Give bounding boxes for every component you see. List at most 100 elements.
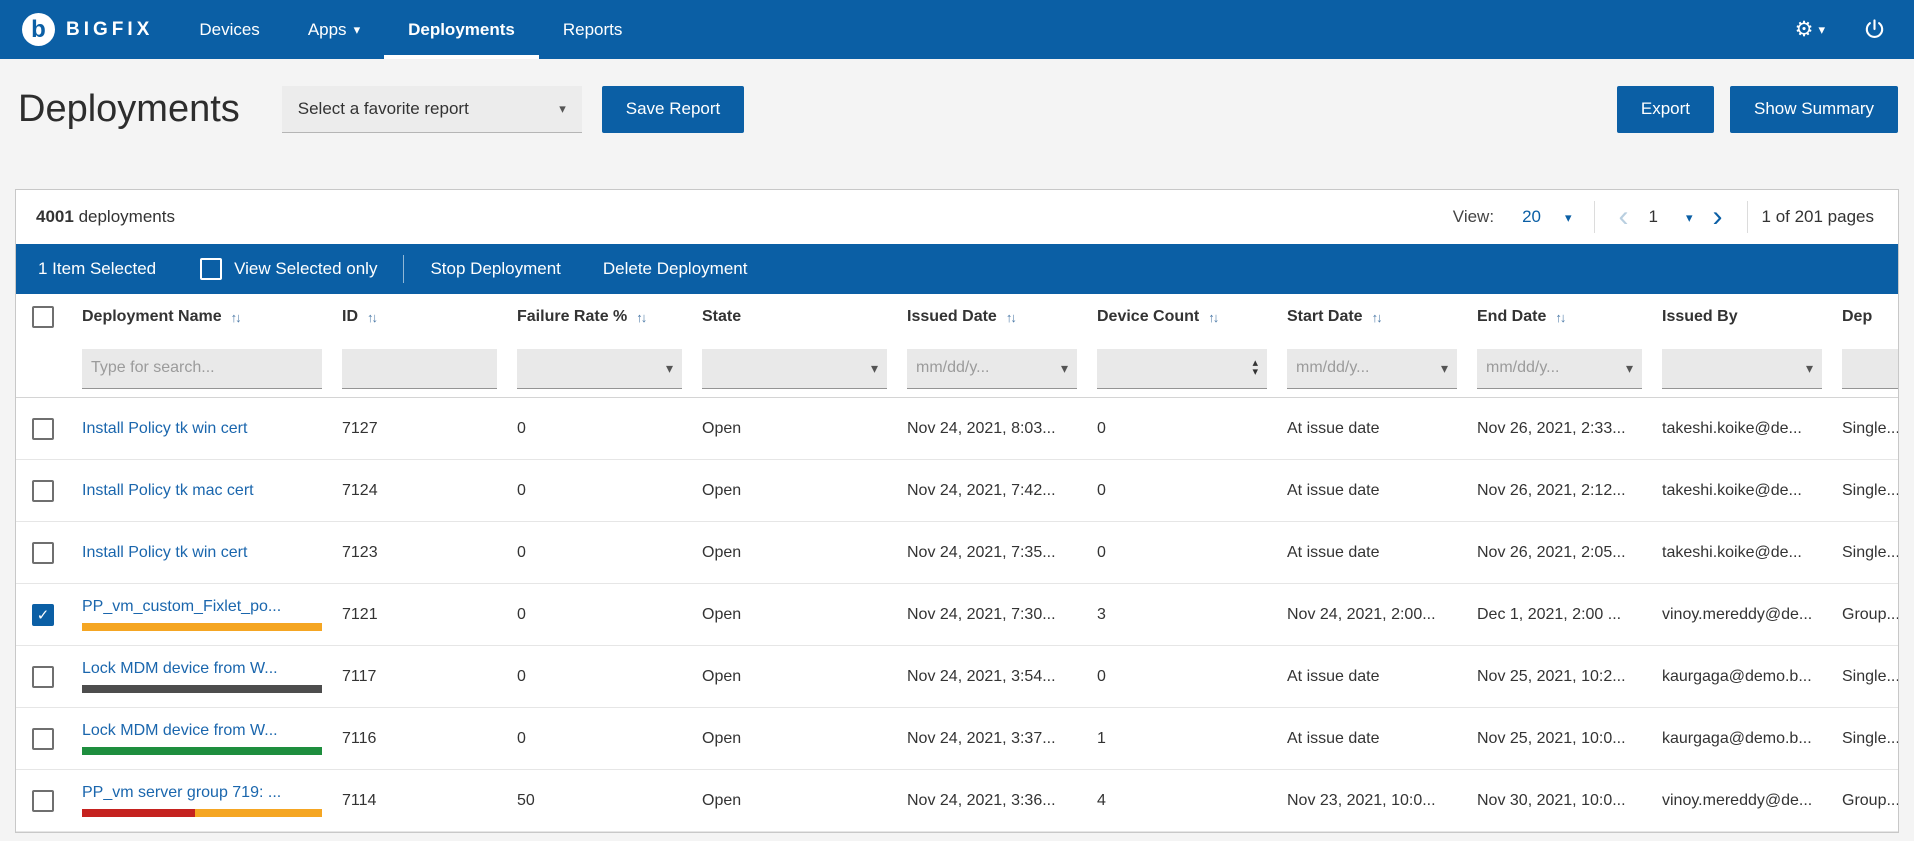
nav-deployments[interactable]: Deployments: [384, 0, 539, 59]
state-cell: Open: [692, 522, 897, 583]
issued-date-filter[interactable]: mm/dd/y...▾: [907, 349, 1077, 389]
start-date-cell: Nov 24, 2021, 2:00...: [1277, 584, 1467, 645]
column-header-issued-by[interactable]: Issued By: [1652, 308, 1832, 326]
column-header-deployment-type[interactable]: Dep: [1832, 308, 1898, 326]
stop-deployment-button[interactable]: Stop Deployment: [430, 259, 560, 279]
nav-deployments-label: Deployments: [408, 20, 515, 40]
table-row[interactable]: Lock MDM device from W... 7116 0 Open No…: [16, 708, 1898, 770]
row-checkbox[interactable]: [32, 418, 54, 440]
favorite-report-select[interactable]: Select a favorite report ▾: [282, 86, 582, 133]
column-header-device-count[interactable]: Device Count↑↓: [1087, 308, 1277, 326]
sort-icon[interactable]: ↑↓: [231, 310, 240, 325]
column-header-start-date[interactable]: Start Date↑↓: [1277, 308, 1467, 326]
number-spinner[interactable]: ▴▾: [1252, 359, 1258, 377]
end-date-cell: Dec 1, 2021, 2:00 ...: [1467, 584, 1652, 645]
end-date-cell: Nov 26, 2021, 2:05...: [1467, 522, 1652, 583]
start-date-cell: At issue date: [1277, 460, 1467, 521]
nav-apps[interactable]: Apps▾: [284, 0, 384, 59]
id-filter-input[interactable]: [342, 349, 497, 389]
issued-by-filter-select[interactable]: ▾: [1662, 349, 1822, 389]
chevron-down-icon: ▾: [1806, 361, 1813, 375]
deployment-name-link[interactable]: Install Policy tk mac cert: [82, 482, 254, 500]
column-header-state[interactable]: State: [692, 308, 897, 326]
row-checkbox[interactable]: [32, 728, 54, 750]
row-checkbox[interactable]: ✓: [32, 604, 54, 626]
table-row[interactable]: Install Policy tk win cert 7127 0 Open N…: [16, 398, 1898, 460]
show-summary-button[interactable]: Show Summary: [1730, 86, 1898, 133]
deployment-name-link[interactable]: PP_vm_custom_Fixlet_po...: [82, 598, 281, 616]
table-row[interactable]: ✓ PP_vm_custom_Fixlet_po... 7121 0 Open …: [16, 584, 1898, 646]
next-page-button[interactable]: ›: [1703, 202, 1733, 232]
table-row[interactable]: Lock MDM device from W... 7117 0 Open No…: [16, 646, 1898, 708]
nav-devices[interactable]: Devices: [175, 0, 283, 59]
prev-page-button[interactable]: ‹: [1609, 202, 1639, 232]
column-header-id[interactable]: ID↑↓: [332, 308, 507, 326]
logo-letter: b: [31, 18, 46, 42]
id-cell: 7121: [332, 584, 507, 645]
deployment-count-number: 4001: [36, 207, 74, 226]
issued-date-cell: Nov 24, 2021, 3:36...: [897, 770, 1087, 831]
nav-reports[interactable]: Reports: [539, 0, 647, 59]
start-date-filter[interactable]: mm/dd/y...▾: [1287, 349, 1457, 389]
id-cell: 7123: [332, 522, 507, 583]
deployment-type-cell: Single...: [1832, 708, 1898, 769]
column-header-failure-rate[interactable]: Failure Rate %↑↓: [507, 308, 692, 326]
page-select[interactable]: 1 ▾: [1639, 207, 1703, 227]
name-filter-input[interactable]: [82, 349, 322, 389]
sort-icon[interactable]: ↑↓: [636, 310, 645, 325]
row-checkbox[interactable]: [32, 480, 54, 502]
view-selected-checkbox[interactable]: [200, 258, 222, 280]
failure-rate-cell: 0: [507, 460, 692, 521]
page-size-select[interactable]: 20 ▾: [1514, 207, 1579, 227]
table-row[interactable]: Install Policy tk mac cert 7124 0 Open N…: [16, 460, 1898, 522]
deployment-name-link[interactable]: Install Policy tk win cert: [82, 420, 247, 438]
column-header-issued-date[interactable]: Issued Date↑↓: [897, 308, 1087, 326]
deployment-name-link[interactable]: Lock MDM device from W...: [82, 660, 278, 678]
row-checkbox[interactable]: [32, 666, 54, 688]
settings-button[interactable]: ⚙ ▾: [1795, 19, 1825, 40]
table-row[interactable]: PP_vm server group 719: ... 7114 50 Open…: [16, 770, 1898, 832]
table-viewport: Deployment Name↑↓ ID↑↓ Failure Rate %↑↓ …: [16, 294, 1898, 832]
failure-rate-cell: 0: [507, 708, 692, 769]
end-date-filter[interactable]: mm/dd/y...▾: [1477, 349, 1642, 389]
export-button[interactable]: Export: [1617, 86, 1714, 133]
deployment-name-link[interactable]: Lock MDM device from W...: [82, 722, 278, 740]
chevron-down-icon: ▾: [1818, 23, 1825, 36]
device-count-filter[interactable]: ▴▾: [1097, 349, 1267, 389]
deployment-count: 4001 deployments: [36, 207, 175, 227]
device-count-cell: 0: [1087, 398, 1277, 459]
table-row[interactable]: Install Policy tk win cert 7123 0 Open N…: [16, 522, 1898, 584]
table-filter-row: ▾ ▾ mm/dd/y...▾ ▴▾ mm/dd/y...▾ mm/dd: [16, 340, 1898, 398]
delete-deployment-button[interactable]: Delete Deployment: [603, 259, 748, 279]
logout-button[interactable]: [1863, 18, 1886, 41]
state-filter-select[interactable]: ▾: [702, 349, 887, 389]
save-report-button[interactable]: Save Report: [602, 86, 745, 133]
chevron-down-icon: ▾: [1441, 361, 1448, 375]
deployment-type-cell: Single...: [1832, 646, 1898, 707]
failure-rate-filter-select[interactable]: ▾: [517, 349, 682, 389]
start-date-cell: Nov 23, 2021, 10:0...: [1277, 770, 1467, 831]
spinner-down-icon[interactable]: ▾: [1252, 368, 1258, 377]
deployment-type-cell: Single...: [1832, 522, 1898, 583]
deployment-type-filter-input[interactable]: [1842, 349, 1898, 389]
sort-icon[interactable]: ↑↓: [367, 310, 376, 325]
end-date-cell: Nov 30, 2021, 10:0...: [1467, 770, 1652, 831]
issued-date-cell: Nov 24, 2021, 7:30...: [897, 584, 1087, 645]
sort-icon[interactable]: ↑↓: [1372, 310, 1381, 325]
view-selected-only-toggle[interactable]: View Selected only: [200, 258, 377, 280]
column-header-end-date[interactable]: End Date↑↓: [1467, 308, 1652, 326]
row-checkbox[interactable]: [32, 790, 54, 812]
deployment-name-link[interactable]: Install Policy tk win cert: [82, 544, 247, 562]
column-header-deployment-name[interactable]: Deployment Name↑↓: [72, 308, 332, 326]
device-count-cell: 1: [1087, 708, 1277, 769]
end-date-cell: Nov 25, 2021, 10:2...: [1467, 646, 1652, 707]
sort-icon[interactable]: ↑↓: [1555, 310, 1564, 325]
start-date-cell: At issue date: [1277, 708, 1467, 769]
chevron-down-icon: ▾: [871, 361, 878, 375]
sort-icon[interactable]: ↑↓: [1208, 310, 1217, 325]
device-count-cell: 0: [1087, 522, 1277, 583]
sort-icon[interactable]: ↑↓: [1006, 310, 1015, 325]
select-all-checkbox[interactable]: [32, 306, 54, 328]
deployment-name-link[interactable]: PP_vm server group 719: ...: [82, 784, 281, 802]
row-checkbox[interactable]: [32, 542, 54, 564]
